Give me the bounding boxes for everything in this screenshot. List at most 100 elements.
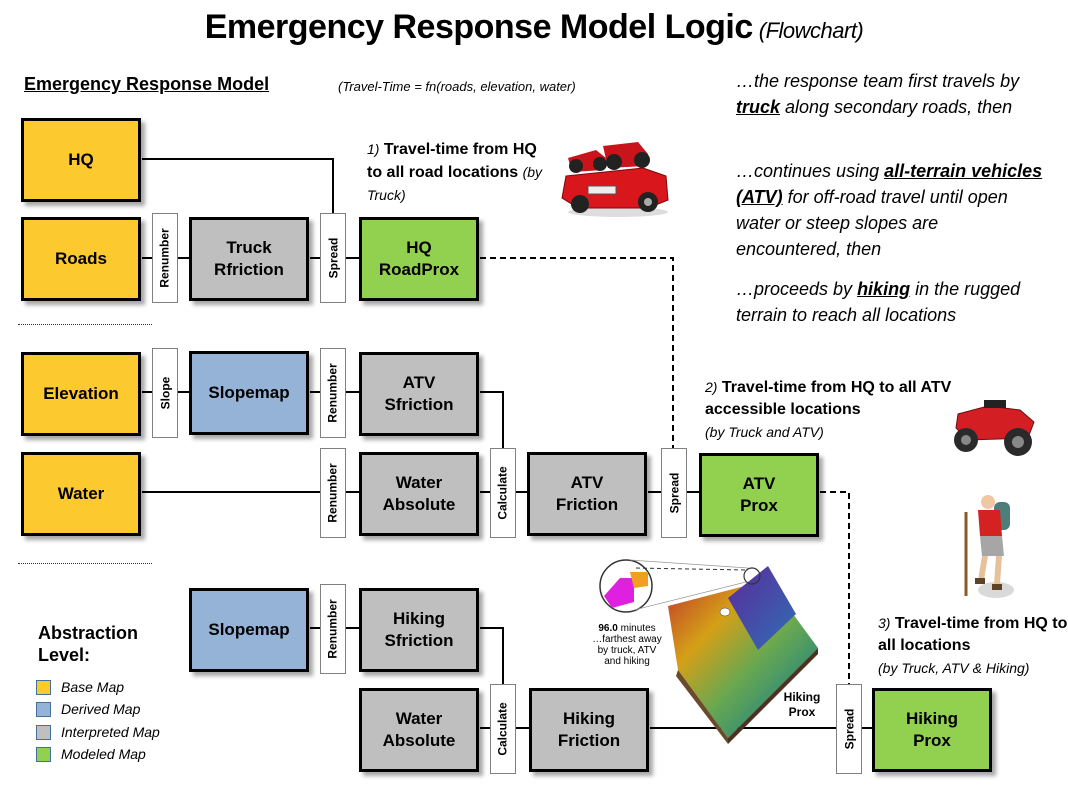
box-label-line2: Absolute xyxy=(382,731,456,750)
box-label: Slopemap xyxy=(208,383,290,402)
box-label: Hiking Prox xyxy=(906,708,958,752)
legend-label: Modeled Map xyxy=(61,746,146,762)
note-step-3: 3) Travel-time from HQ to all locations (… xyxy=(878,612,1068,680)
op-label: Renumber xyxy=(326,363,340,423)
box-water-absolute-atv[interactable]: Water Absolute xyxy=(359,452,479,536)
op-renumber-slope-atv[interactable]: Renumber xyxy=(320,348,346,438)
hiker-image xyxy=(964,495,1014,598)
narrative-emphasis: truck xyxy=(736,97,781,117)
op-renumber-water-atv[interactable]: Renumber xyxy=(320,448,346,538)
box-label-line2: Prox xyxy=(913,731,951,750)
box-hq-roadprox[interactable]: HQ RoadProx xyxy=(359,217,479,301)
box-atv-sfriction[interactable]: ATV Sfriction xyxy=(359,352,479,436)
legend-swatch xyxy=(36,724,51,740)
box-label-line1: Hiking xyxy=(393,609,445,628)
model-formula: (Travel-Time = fn(roads, elevation, wate… xyxy=(338,79,576,94)
note-number: 3) xyxy=(878,615,891,631)
section-separator xyxy=(18,563,152,564)
box-label-line1: HQ xyxy=(406,238,432,257)
note-text: Travel-time from HQ to all road location… xyxy=(367,141,537,181)
legend-item-base: Base Map xyxy=(36,679,124,695)
page-title: Emergency Response Model Logic (Flowchart… xyxy=(0,8,1068,47)
narrative-hiking: …proceeds by hiking in the rugged terrai… xyxy=(736,276,1026,328)
box-slopemap-atv[interactable]: Slopemap xyxy=(189,351,309,435)
box-atv-friction[interactable]: ATV Friction xyxy=(527,452,647,536)
box-label: Roads xyxy=(55,249,107,268)
note-text: Travel-time from HQ to all locations xyxy=(878,615,1068,654)
section-separator xyxy=(18,324,152,325)
box-label: Slopemap xyxy=(208,620,290,639)
box-hiking-sfriction[interactable]: Hiking Sfriction xyxy=(359,588,479,672)
wire-hiking-sfriction-calculate xyxy=(480,627,504,684)
legend-swatch xyxy=(36,679,51,695)
op-label: Renumber xyxy=(158,228,172,288)
box-label: HQ RoadProx xyxy=(379,237,459,281)
box-label: Elevation xyxy=(43,384,119,403)
op-slope[interactable]: Slope xyxy=(152,348,178,438)
note-number: 2) xyxy=(705,379,718,395)
box-label-line1: Water xyxy=(395,709,443,728)
op-label: Calculate xyxy=(496,702,511,756)
box-roads[interactable]: Roads xyxy=(21,217,141,301)
box-label: ATV Prox xyxy=(740,473,778,517)
narrative-text: …the response team first travels by xyxy=(736,71,1020,91)
box-label: Water Absolute xyxy=(383,708,456,752)
box-hiking-prox[interactable]: Hiking Prox xyxy=(872,688,992,772)
title-main: Emergency Response Model Logic xyxy=(204,8,754,46)
op-spread-atv[interactable]: Spread xyxy=(661,448,687,538)
box-label-line2: RoadProx xyxy=(378,260,460,279)
op-label: Spread xyxy=(842,708,856,750)
note-sub: (by Truck, ATV & Hiking) xyxy=(878,660,1030,676)
box-label-line1: ATV xyxy=(570,473,604,492)
box-label-line2: Rfriction xyxy=(214,260,284,279)
legend-title: Abstraction Level: xyxy=(38,623,139,665)
legend-item-modeled: Modeled Map xyxy=(36,746,146,762)
narrative-emphasis: hiking xyxy=(857,279,911,299)
op-spread-truck[interactable]: Spread xyxy=(320,213,346,303)
box-label: ATV Friction xyxy=(556,472,618,516)
legend-item-interpreted: Interpreted Map xyxy=(36,724,160,740)
op-label: Spread xyxy=(667,472,681,514)
box-elevation[interactable]: Elevation xyxy=(21,352,141,436)
narrative-atv: …continues using all-terrain vehicles (A… xyxy=(736,158,1046,262)
box-label-line2: Friction xyxy=(555,495,619,514)
box-label-line2: Sfriction xyxy=(384,631,454,650)
atv-image xyxy=(954,400,1035,456)
box-water[interactable]: Water xyxy=(21,452,141,536)
box-atv-prox[interactable]: ATV Prox xyxy=(699,453,819,537)
box-slopemap-hiking[interactable]: Slopemap xyxy=(189,588,309,672)
op-label: Slope xyxy=(158,376,173,410)
box-truck-rfriction[interactable]: Truck Rfriction xyxy=(189,217,309,301)
op-label: Calculate xyxy=(496,466,511,520)
note-step-2: 2) Travel-time from HQ to all ATV access… xyxy=(705,376,965,444)
terrain-value: 96.0 xyxy=(598,623,618,634)
op-calculate-hiking[interactable]: Calculate xyxy=(490,684,516,774)
box-label-line1: ATV xyxy=(742,474,776,493)
box-label-line2: Prox xyxy=(740,496,778,515)
terrain-unit: minutes xyxy=(620,623,656,634)
box-label: Water xyxy=(57,484,105,503)
narrative-text: …proceeds by xyxy=(736,279,858,299)
box-water-absolute-hiking[interactable]: Water Absolute xyxy=(359,688,479,772)
note-step-1: 1) Travel-time from HQ to all road locat… xyxy=(367,138,547,207)
op-spread-hiking[interactable]: Spread xyxy=(836,684,862,774)
legend-label: Interpreted Map xyxy=(61,724,160,740)
title-sub: (Flowchart) xyxy=(758,18,864,43)
note-text: Travel-time from HQ to all ATV accessibl… xyxy=(705,379,952,418)
box-hq[interactable]: HQ xyxy=(21,118,141,202)
box-label-line1: Water xyxy=(395,473,443,492)
box-label-line2: Absolute xyxy=(382,495,456,514)
truck-with-atvs-image xyxy=(561,142,669,217)
wire-hq-spread xyxy=(142,158,334,213)
box-label: Hiking Sfriction xyxy=(385,608,454,652)
op-calculate-atv[interactable]: Calculate xyxy=(490,448,516,538)
box-label: Water Absolute xyxy=(383,472,456,516)
op-renumber-slope-hiking[interactable]: Renumber xyxy=(320,584,346,674)
wire-sfriction-calculate xyxy=(480,391,504,448)
terrain-caption: 96.0 minutes …farthest away by truck, AT… xyxy=(588,623,666,667)
op-renumber-roads[interactable]: Renumber xyxy=(152,213,178,303)
terrain-caption-text: …farthest away by truck, ATV and hiking xyxy=(592,634,662,667)
legend-swatch xyxy=(36,701,51,717)
op-label: Renumber xyxy=(326,599,340,659)
box-label-line2: Sfriction xyxy=(384,395,454,414)
